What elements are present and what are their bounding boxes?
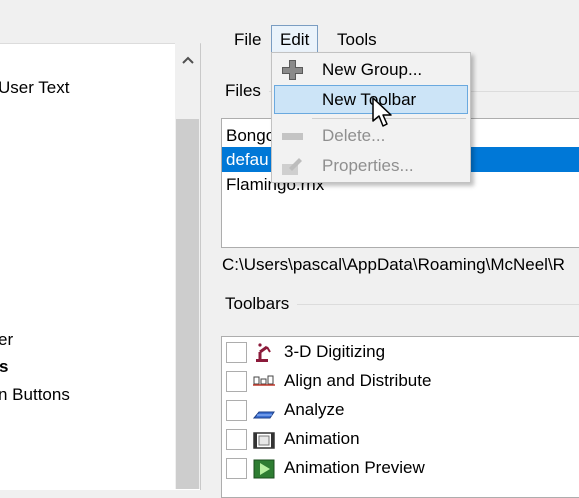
film-icon (253, 432, 275, 449)
toolbar-checkbox[interactable] (226, 429, 247, 450)
toolbars-list[interactable]: 3-D Digitizing Align and Distribute Anal… (221, 336, 579, 498)
menu-item-new-group[interactable]: New Group... (272, 55, 470, 85)
toolbar-label: Animation (284, 429, 360, 448)
menu-item-label: New Toolbar (322, 90, 417, 109)
plus-icon (282, 60, 303, 80)
align-icon (253, 375, 275, 386)
toolbar-row-3d-digitizing[interactable]: 3-D Digitizing (222, 339, 579, 368)
menu-item-delete[interactable]: Delete... (272, 121, 470, 151)
mouse-pointer-icon (372, 97, 392, 127)
file-item-bongo[interactable]: Bongo (226, 123, 275, 148)
left-item-n-buttons[interactable]: n Buttons (0, 385, 70, 405)
menu-file[interactable]: File (226, 26, 269, 54)
scroll-thumb[interactable] (176, 119, 199, 489)
toolbar-label: Animation Preview (284, 458, 425, 477)
left-item-er[interactable]: er (0, 330, 13, 350)
digitizer-arm-icon (256, 343, 271, 362)
toolbar-row-analyze[interactable]: Analyze (222, 397, 579, 426)
toolbar-checkbox[interactable] (226, 371, 247, 392)
menu-edit[interactable]: Edit (271, 25, 319, 55)
analyze-icon (253, 411, 275, 419)
toolbar-label: Analyze (284, 400, 345, 419)
toolbar-checkbox[interactable] (226, 458, 247, 479)
toolbar-row-animation-preview[interactable]: Animation Preview (222, 455, 579, 484)
menu-item-properties[interactable]: Properties... (272, 151, 470, 181)
toolbar-row-align-and-distribute[interactable]: Align and Distribute (222, 368, 579, 397)
play-icon (253, 459, 275, 479)
toolbar-checkbox[interactable] (226, 400, 247, 421)
minus-icon (282, 133, 303, 140)
menu-tools[interactable]: Tools (329, 26, 385, 54)
toolbar-label: Align and Distribute (284, 371, 432, 390)
menu-item-label: Properties... (322, 156, 414, 175)
toolbars-group-label: Toolbars (225, 294, 298, 314)
toolbar-label: 3-D Digitizing (284, 342, 386, 361)
menu-item-new-toolbar[interactable]: New Toolbar (272, 85, 470, 115)
menu-item-label: Delete... (322, 126, 386, 145)
scroll-up-button[interactable] (175, 49, 200, 71)
left-tree-panel: User Text er s n Buttons (0, 43, 201, 490)
left-item-s[interactable]: s (0, 357, 8, 377)
left-item-user-text[interactable]: User Text (0, 78, 70, 98)
toolbar-row-animation[interactable]: Animation (222, 426, 579, 455)
edit-dropdown-menu: New Group... New Toolbar Delete... Prope… (271, 52, 471, 183)
file-path-label: C:\Users\pascal\AppData\Roaming\McNeel\R (222, 255, 565, 274)
files-group-label: Files (225, 81, 269, 101)
toolbar-checkbox[interactable] (226, 342, 247, 363)
chevron-up-icon (181, 56, 194, 64)
menu-item-label: New Group... (322, 60, 423, 79)
properties-icon (282, 158, 302, 175)
left-vertical-scrollbar[interactable] (175, 43, 200, 489)
